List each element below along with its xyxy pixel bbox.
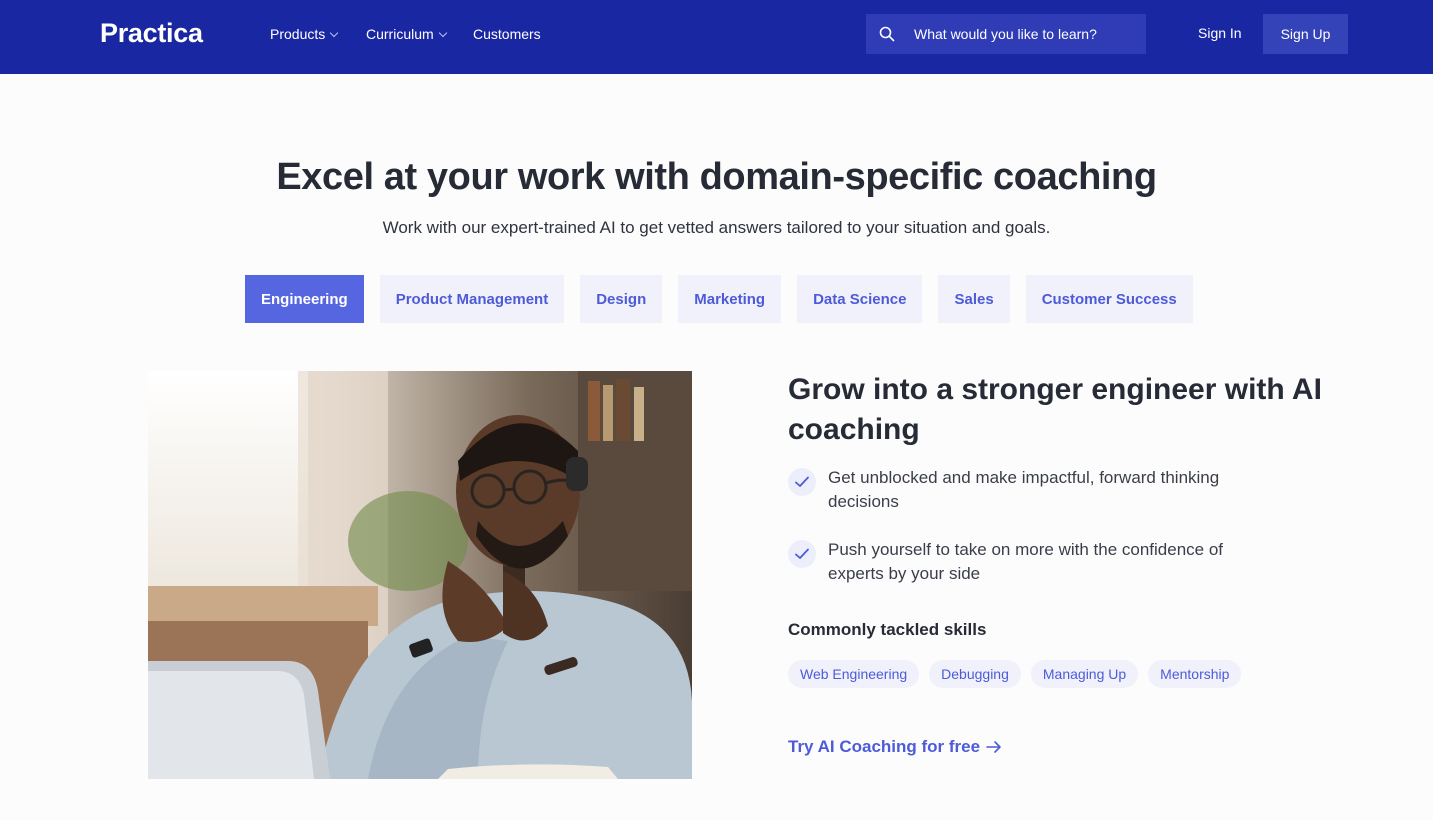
sign-up-button[interactable]: Sign Up xyxy=(1263,14,1348,54)
tab-design[interactable]: Design xyxy=(580,275,663,323)
tab-marketing[interactable]: Marketing xyxy=(678,275,782,323)
nav-curriculum[interactable]: Curriculum xyxy=(366,26,447,42)
benefit-text: Push yourself to take on more with the c… xyxy=(828,540,1224,583)
skill-chip-mentorship[interactable]: Mentorship xyxy=(1148,660,1242,688)
nav-products[interactable]: Products xyxy=(270,26,339,42)
nav-customers[interactable]: Customers xyxy=(473,26,541,42)
search-box[interactable] xyxy=(866,14,1146,54)
skills-list: Web Engineering Debugging Managing Up Me… xyxy=(788,660,1242,688)
arrow-right-icon xyxy=(986,741,1001,753)
benefit-item: Push yourself to take on more with the c… xyxy=(788,538,1268,586)
logo[interactable]: Practica xyxy=(100,18,203,49)
search-icon xyxy=(879,26,895,42)
tab-customer-success[interactable]: Customer Success xyxy=(1025,275,1193,323)
engineer-photo xyxy=(148,371,692,779)
tab-sales[interactable]: Sales xyxy=(938,275,1010,323)
nav-products-label: Products xyxy=(270,26,326,42)
check-icon xyxy=(788,468,816,496)
hero-title: Excel at your work with domain-specific … xyxy=(276,156,1157,198)
feature-title: Grow into a stronger engineer with AI co… xyxy=(788,373,1322,446)
chevron-down-icon xyxy=(330,28,339,37)
tab-data-science[interactable]: Data Science xyxy=(797,275,923,323)
top-navbar: Practica Products Curriculum Customers S… xyxy=(0,0,1433,74)
try-ai-coaching-link[interactable]: Try AI Coaching for free xyxy=(788,737,1002,757)
benefit-text: Get unblocked and make impactful, forwar… xyxy=(828,468,1220,511)
nav-curriculum-label: Curriculum xyxy=(366,26,434,42)
sign-in-link[interactable]: Sign In xyxy=(1198,25,1242,41)
check-icon xyxy=(788,540,816,568)
chevron-down-icon xyxy=(438,28,447,37)
domain-tabs: Engineering Product Management Design Ma… xyxy=(245,275,1193,323)
cta-label: Try AI Coaching for free xyxy=(788,737,981,756)
skill-chip-managing-up[interactable]: Managing Up xyxy=(1030,660,1139,688)
tab-engineering[interactable]: Engineering xyxy=(245,275,364,323)
benefit-item: Get unblocked and make impactful, forwar… xyxy=(788,466,1268,514)
hero-subtitle: Work with our expert-trained AI to get v… xyxy=(382,218,1051,237)
search-input[interactable] xyxy=(914,26,1134,42)
nav-customers-label: Customers xyxy=(473,26,541,42)
skill-chip-debugging[interactable]: Debugging xyxy=(929,660,1021,688)
skill-chip-web-engineering[interactable]: Web Engineering xyxy=(788,660,920,688)
tab-product-management[interactable]: Product Management xyxy=(379,275,565,323)
skills-heading: Commonly tackled skills xyxy=(788,620,987,639)
